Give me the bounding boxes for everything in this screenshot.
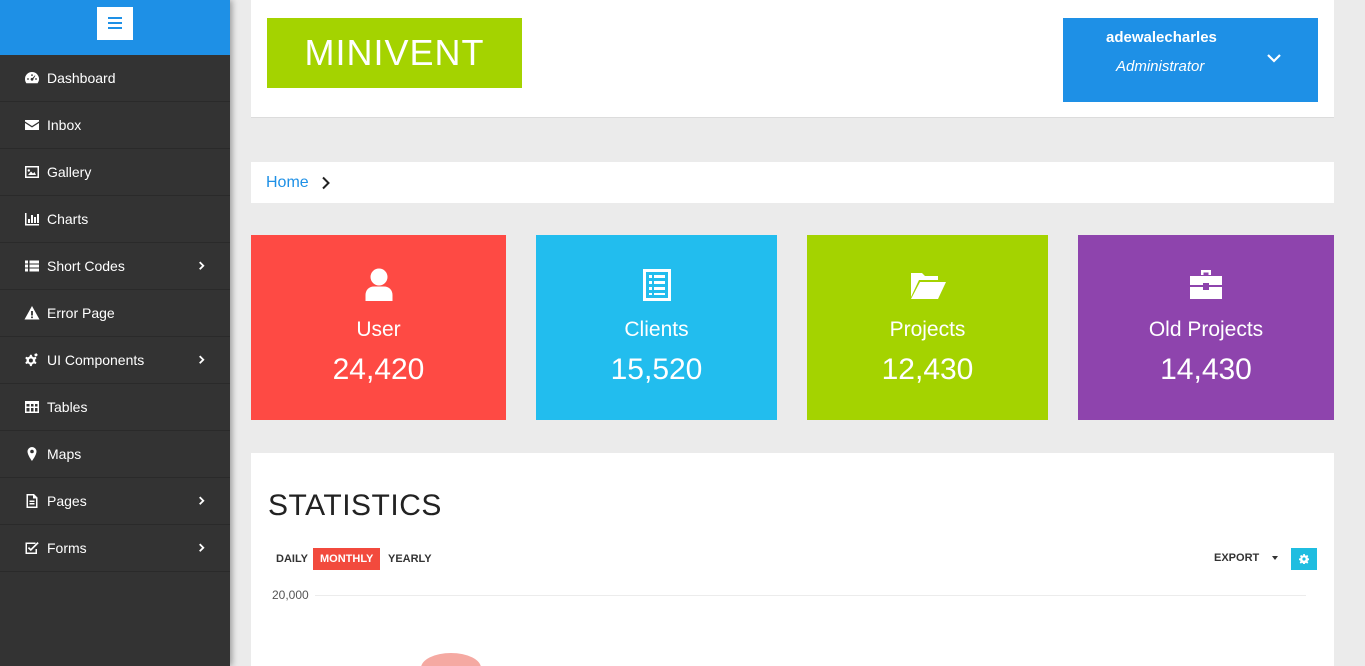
period-tab-daily[interactable]: DAILY — [269, 548, 315, 570]
sidebar-item-label: Maps — [47, 446, 82, 462]
user-icon — [251, 267, 506, 303]
chevron-right-icon — [321, 176, 331, 190]
export-button[interactable]: EXPORT — [1214, 552, 1259, 564]
hamburger-menu-icon[interactable] — [97, 6, 133, 40]
checkbox-icon — [23, 540, 41, 556]
chart-area-shape — [421, 653, 481, 666]
chevron-right-icon — [197, 492, 206, 508]
image-icon — [23, 164, 41, 180]
sidebar-item-error-page[interactable]: Error Page — [0, 290, 230, 337]
statistics-panel: STATISTICS DAILY MONTHLY YEARLY EXPORT 2… — [251, 453, 1334, 666]
breadcrumb: Home — [251, 162, 1334, 203]
sidebar-item-dashboard[interactable]: Dashboard — [0, 55, 230, 102]
user-menu[interactable]: adewalecharles Administrator — [1063, 18, 1318, 102]
sidebar-item-ui-components[interactable]: UI Components — [0, 337, 230, 384]
dashboard-icon — [23, 70, 41, 86]
sidebar-item-maps[interactable]: Maps — [0, 431, 230, 478]
sidebar-item-label: UI Components — [47, 352, 145, 368]
stat-card-projects[interactable]: Projects 12,430 — [807, 235, 1048, 420]
map-marker-icon — [23, 446, 41, 462]
list-alt-icon — [536, 267, 777, 303]
period-tab-monthly[interactable]: MONTHLY — [313, 548, 381, 570]
sidebar-item-charts[interactable]: Charts — [0, 196, 230, 243]
breadcrumb-home-link[interactable]: Home — [266, 174, 309, 192]
stat-card-value: 24,420 — [332, 353, 425, 386]
statistics-title: STATISTICS — [268, 489, 442, 522]
chevron-right-icon — [197, 257, 206, 273]
cogs-icon — [23, 352, 41, 368]
sidebar-item-inbox[interactable]: Inbox — [0, 102, 230, 149]
warning-icon — [23, 305, 41, 321]
chevron-right-icon — [197, 539, 206, 555]
chart-gridline — [315, 595, 1306, 596]
sidebar-item-tables[interactable]: Tables — [0, 384, 230, 431]
sidebar-item-label: Inbox — [47, 117, 82, 133]
stat-card-clients[interactable]: Clients 15,520 — [536, 235, 777, 420]
sidebar-item-label: Gallery — [47, 164, 92, 180]
caret-down-icon[interactable] — [1272, 556, 1278, 560]
stat-card-value: 14,430 — [1160, 353, 1252, 386]
sidebar-item-label: Charts — [47, 211, 89, 227]
sidebar-item-label: Short Codes — [47, 258, 125, 274]
settings-button[interactable] — [1291, 548, 1317, 570]
sidebar: Dashboard Inbox Gallery Charts Short Cod… — [0, 0, 230, 666]
sidebar-item-label: Tables — [47, 399, 88, 415]
stat-card-label: User — [356, 318, 401, 341]
sidebar-item-label: Forms — [47, 540, 87, 556]
gear-icon — [1299, 554, 1309, 564]
table-icon — [23, 399, 41, 415]
bar-chart-icon — [23, 211, 41, 227]
envelope-icon — [23, 117, 41, 133]
logo[interactable]: MINIVENT — [267, 18, 522, 88]
stat-card-value: 15,520 — [610, 353, 703, 386]
stat-card-label: Projects — [889, 318, 966, 341]
sidebar-item-short-codes[interactable]: Short Codes — [0, 243, 230, 290]
user-name: adewalecharles — [1106, 29, 1217, 46]
sidebar-item-gallery[interactable]: Gallery — [0, 149, 230, 196]
list-icon — [23, 258, 41, 274]
top-header: MINIVENT adewalecharles Administrator — [251, 0, 1334, 118]
file-icon — [23, 493, 41, 509]
stat-card-user[interactable]: User 24,420 — [251, 235, 506, 420]
chevron-down-icon[interactable] — [1266, 51, 1282, 69]
stat-card-label: Old Projects — [1148, 318, 1264, 341]
sidebar-item-label: Dashboard — [47, 70, 116, 86]
user-role: Administrator — [1116, 58, 1205, 75]
briefcase-icon — [1078, 267, 1334, 303]
sidebar-item-pages[interactable]: Pages — [0, 478, 230, 525]
period-tab-yearly[interactable]: YEARLY — [381, 548, 439, 570]
stat-card-value: 12,430 — [881, 353, 974, 386]
sidebar-header — [0, 0, 230, 55]
stat-card-label: Clients — [624, 318, 689, 341]
sidebar-item-forms[interactable]: Forms — [0, 525, 230, 572]
chevron-right-icon — [197, 351, 206, 367]
sidebar-item-label: Error Page — [47, 305, 115, 321]
sidebar-item-label: Pages — [47, 493, 87, 509]
y-axis-tick: 20,000 — [272, 588, 309, 602]
folder-open-icon — [807, 267, 1048, 303]
stat-card-old-projects[interactable]: Old Projects 14,430 — [1078, 235, 1334, 420]
